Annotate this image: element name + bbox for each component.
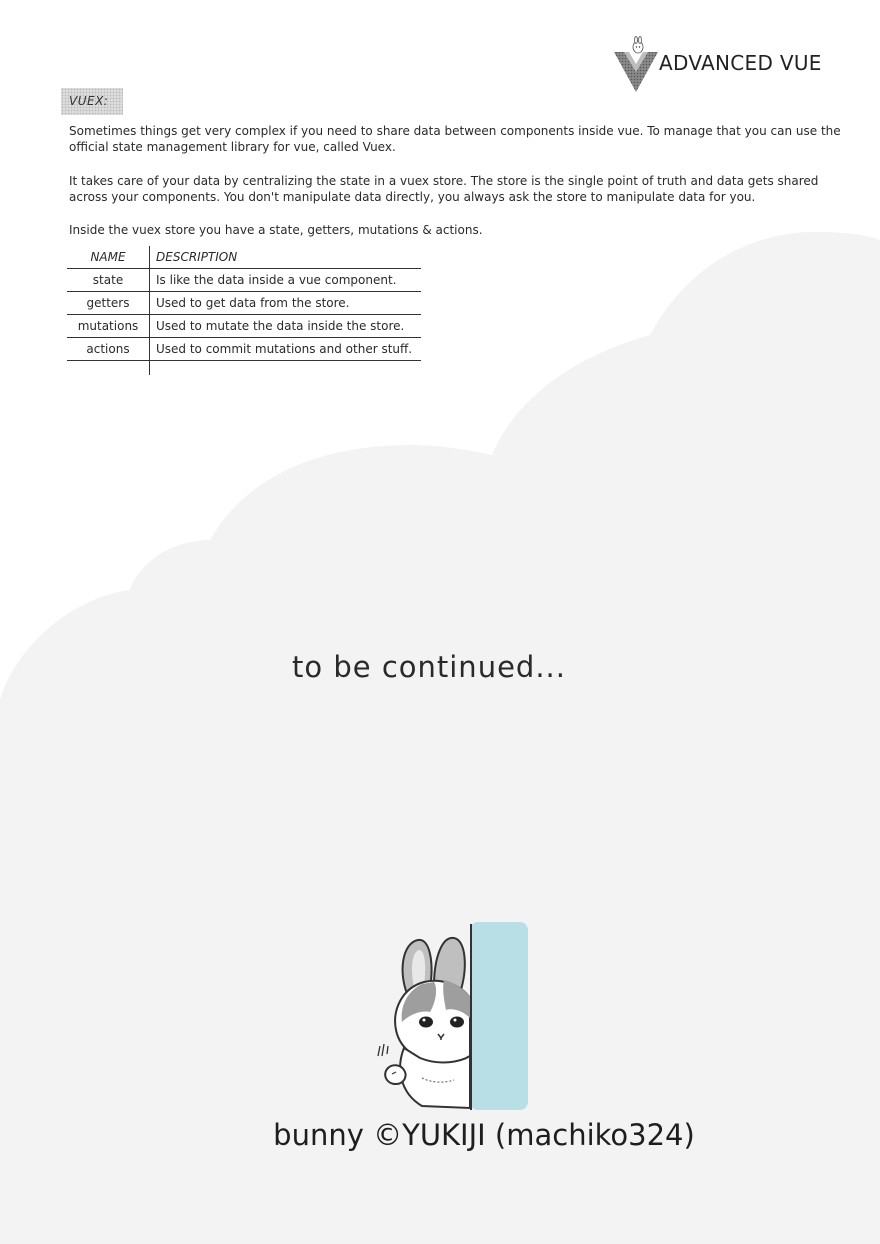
bunny-illustration [330,918,530,1113]
credit-text: bunny ©YUKIJI (machiko324) [0,1118,880,1152]
description-column-header: DESCRIPTION [156,250,238,264]
row-description: Used to get data from the store. [149,291,421,315]
name-column-header: NAME [67,246,150,269]
table-row: getters Used to get data from the store. [67,291,421,315]
row-description: Used to mutate the data inside the store… [149,314,421,338]
row-name: state [67,268,150,292]
table-row: actions Used to commit mutations and oth… [67,337,421,361]
row-description: Used to commit mutations and other stuff… [149,337,421,361]
table-row: state Is like the data inside a vue comp… [67,268,421,292]
to-be-continued-text: to be continued... [0,650,880,684]
row-name: mutations [67,314,150,338]
table-row: mutations Used to mutate the data inside… [67,314,421,338]
empty-cell [149,360,421,375]
table-header-row: NAME DESCRIPTION [67,246,421,269]
logo: ADVANCED VUE [612,36,852,96]
vuex-concepts-table: NAME DESCRIPTION state Is like the data … [67,246,421,375]
store-paragraph: It takes care of your data by centralizi… [69,174,819,204]
vue-v-logo-with-bunny-icon [614,36,658,92]
section-tag: VUEX: [61,88,123,115]
intro-paragraph: Sometimes things get very complex if you… [69,124,841,154]
row-name: getters [67,291,150,315]
bunny-peeking-illustration [377,922,528,1110]
store-contents-paragraph: Inside the vuex store you have a state, … [69,223,483,237]
to-be-continued-label: to be continued... [292,650,566,684]
row-name: actions [67,337,150,361]
row-description: Is like the data inside a vue component. [149,268,421,292]
logo-text: ADVANCED VUE [659,51,822,75]
empty-cell [67,360,150,375]
table-row-empty [67,360,421,375]
credit-label: bunny ©YUKIJI (machiko324) [273,1118,695,1152]
